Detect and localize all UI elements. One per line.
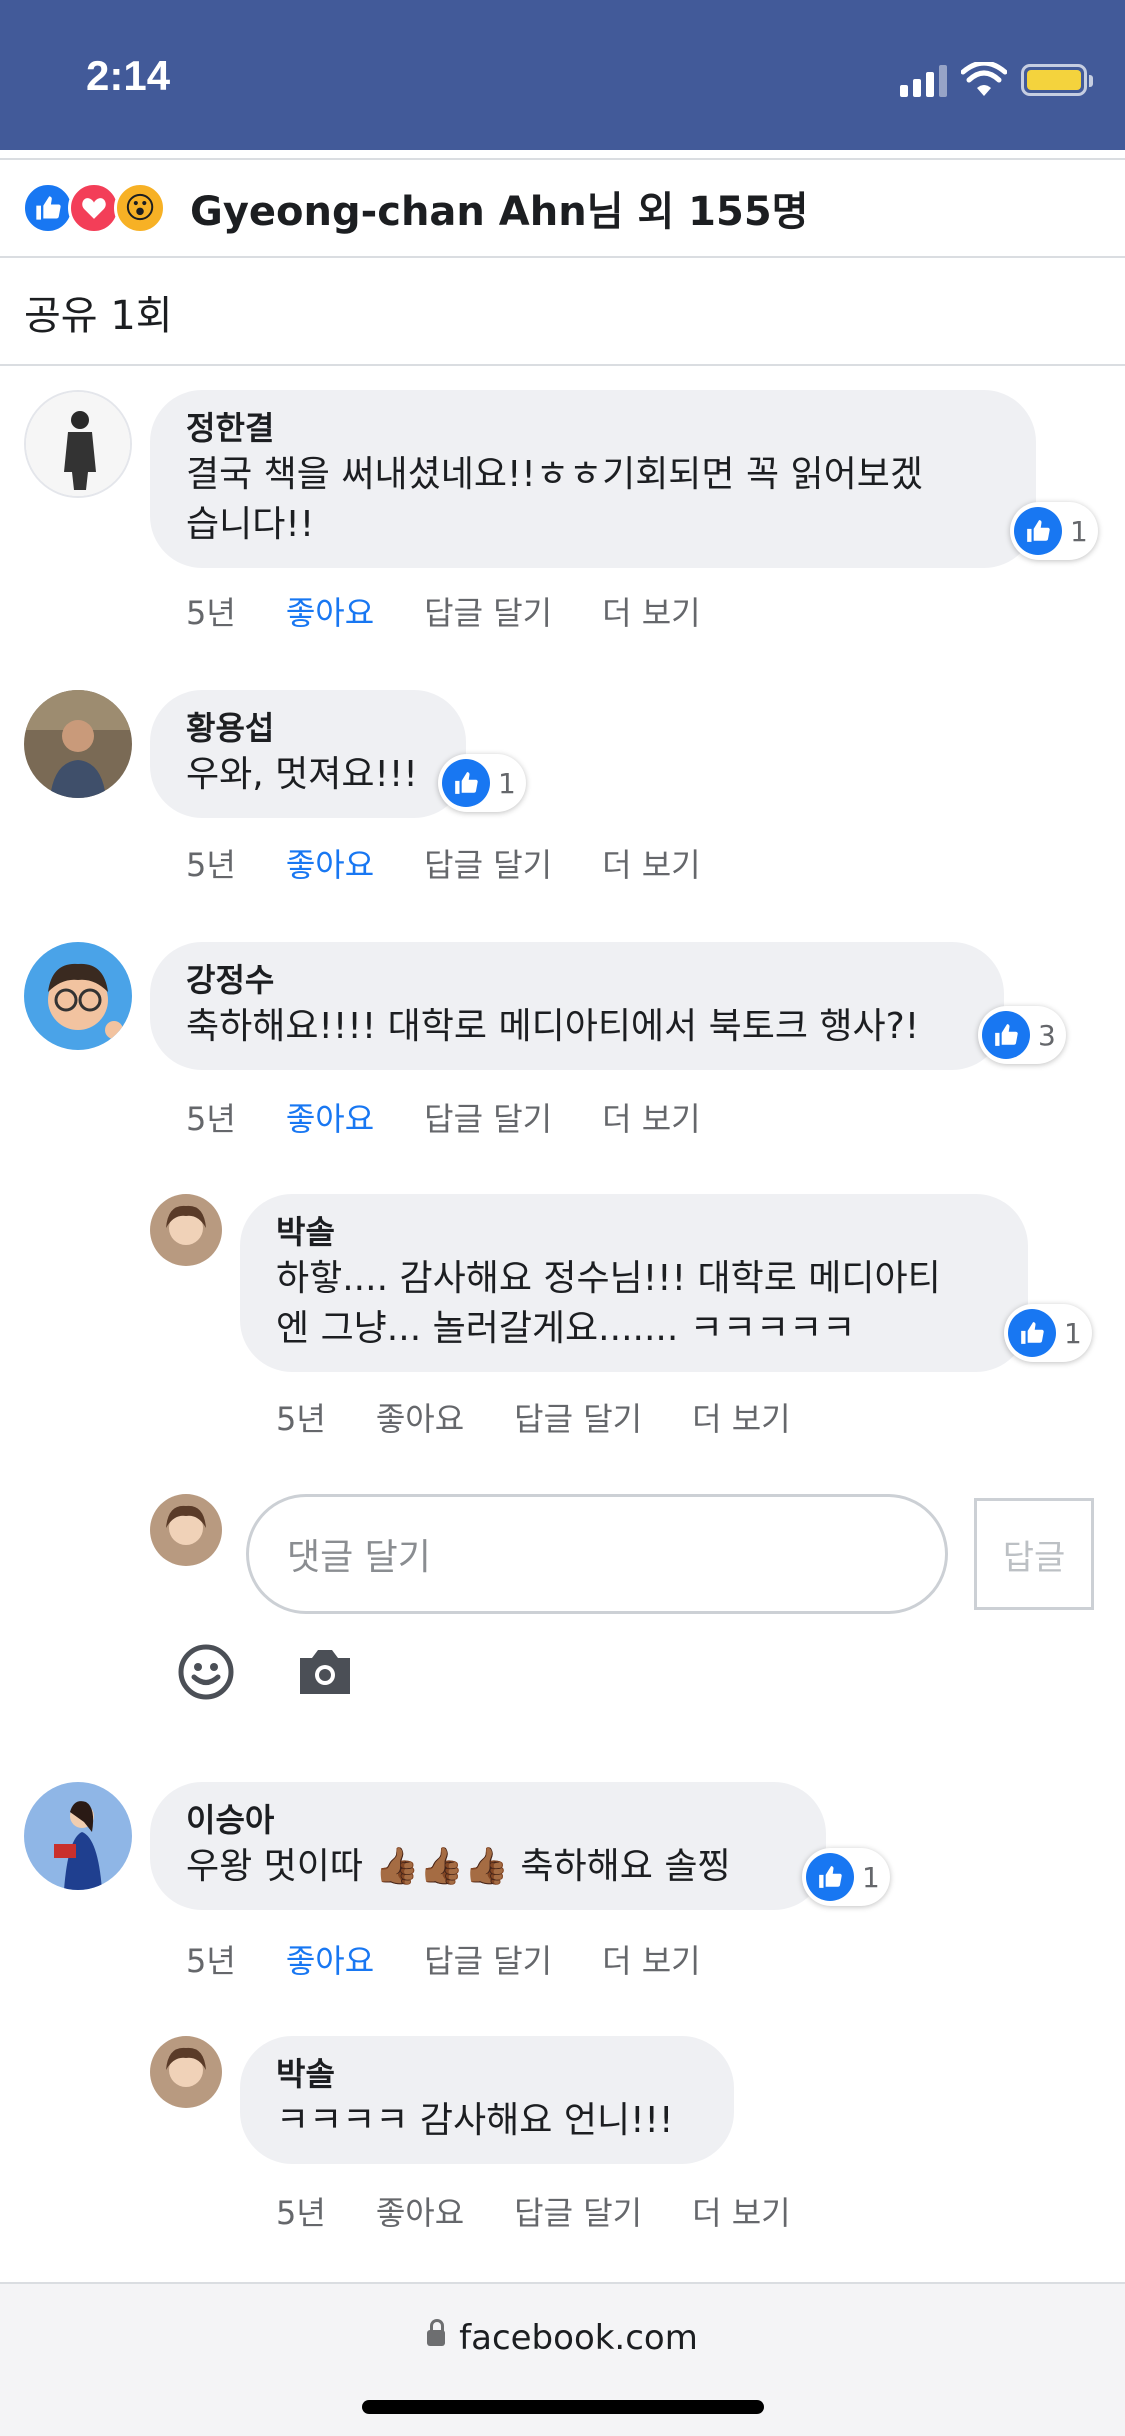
comment-reaction-badge[interactable]: 3 — [978, 1006, 1066, 1064]
comment-actions: 5년 좋아요 답글 달기 더 보기 — [186, 840, 701, 886]
comment-author[interactable]: 강정수 — [186, 958, 968, 1002]
like-icon — [442, 759, 490, 807]
like-button[interactable]: 좋아요 — [376, 1394, 464, 1440]
wifi-icon — [961, 62, 1007, 96]
comment-text: 결국 책을 써내셨네요!!ㅎㅎ기회되면 꼭 읽어보겠 — [186, 454, 924, 495]
more-button[interactable]: 더 보기 — [602, 588, 701, 634]
reply-button[interactable]: 답글 달기 — [424, 1094, 552, 1140]
reply-submit-button[interactable]: 답글 — [974, 1498, 1094, 1610]
like-icon — [1014, 507, 1062, 555]
like-icon — [982, 1011, 1030, 1059]
comment-time[interactable]: 5년 — [186, 1094, 236, 1140]
reply-button[interactable]: 답글 달기 — [424, 840, 552, 886]
comment-reaction-badge[interactable]: 1 — [1004, 1304, 1092, 1362]
battery-icon — [1021, 64, 1093, 96]
comment-time[interactable]: 5년 — [186, 588, 236, 634]
comment-author[interactable]: 박솔 — [276, 2052, 698, 2096]
comment-reaction-badge[interactable]: 1 — [1010, 502, 1098, 560]
url-bar[interactable]: facebook.com — [0, 2318, 1125, 2358]
comment-text: 엔 그냥... 놀러갈게요....... ㅋㅋㅋㅋㅋ — [276, 1308, 856, 1349]
more-button[interactable]: 더 보기 — [602, 1094, 701, 1140]
like-button[interactable]: 좋아요 — [286, 588, 374, 634]
current-user-avatar — [150, 1494, 222, 1566]
comment-actions: 5년 좋아요 답글 달기 더 보기 — [186, 1094, 701, 1140]
wow-reaction-icon: 😮 — [114, 182, 166, 234]
comment-text: 우왕 멋이따 👍🏾👍🏾👍🏾 축하해요 솔찡 — [186, 1846, 731, 1887]
avatar[interactable] — [24, 390, 132, 498]
comment-bubble[interactable]: 정한결 결국 책을 써내셨네요!!ㅎㅎ기회되면 꼭 읽어보겠 습니다!! — [150, 390, 1036, 568]
more-button[interactable]: 더 보기 — [692, 1394, 791, 1440]
comment-bubble[interactable]: 박솔 ㅋㅋㅋㅋ 감사해요 언니!!! — [240, 2036, 734, 2164]
love-reaction-icon — [68, 182, 120, 234]
comment-bubble[interactable]: 황용섭 우와, 멋져요!!! — [150, 690, 466, 818]
like-icon — [1008, 1309, 1056, 1357]
comment-text: 우와, 멋져요!!! — [186, 754, 418, 795]
comment-actions: 5년 좋아요 답글 달기 더 보기 — [276, 2188, 791, 2234]
avatar[interactable] — [24, 1782, 132, 1890]
comment-reaction-badge[interactable]: 1 — [438, 754, 526, 812]
like-button[interactable]: 좋아요 — [376, 2188, 464, 2234]
comment-author[interactable]: 박솔 — [276, 1210, 992, 1254]
avatar[interactable] — [24, 942, 132, 1050]
comment-text: 습니다!! — [186, 504, 315, 545]
like-reaction-icon — [22, 182, 74, 234]
avatar[interactable] — [24, 690, 132, 798]
comment-author[interactable]: 이승아 — [186, 1798, 790, 1842]
camera-icon[interactable] — [296, 1646, 354, 1698]
like-button[interactable]: 좋아요 — [286, 840, 374, 886]
comment-text: 하핳.... 감사해요 정수님!!! 대학로 메디아티 — [276, 1258, 941, 1299]
comment-reaction-badge[interactable]: 1 — [802, 1848, 890, 1906]
avatar[interactable] — [150, 1194, 222, 1266]
reaction-count: 1 — [498, 766, 516, 800]
comment-text: 축하해요!!!! 대학로 메디아티에서 북토크 행사?! — [186, 1006, 920, 1047]
url-text: facebook.com — [459, 2318, 698, 2358]
comment-bubble[interactable]: 강정수 축하해요!!!! 대학로 메디아티에서 북토크 행사?! — [150, 942, 1004, 1070]
reply-button[interactable]: 답글 달기 — [514, 1394, 642, 1440]
comment-actions: 5년 좋아요 답글 달기 더 보기 — [186, 1936, 701, 1982]
lock-icon — [427, 2318, 446, 2346]
reply-button[interactable]: 답글 달기 — [514, 2188, 642, 2234]
like-button[interactable]: 좋아요 — [286, 1936, 374, 1982]
like-icon — [806, 1853, 854, 1901]
comment-time[interactable]: 5년 — [276, 1394, 326, 1440]
more-button[interactable]: 더 보기 — [602, 1936, 701, 1982]
comment-bubble[interactable]: 이승아 우왕 멋이따 👍🏾👍🏾👍🏾 축하해요 솔찡 — [150, 1782, 826, 1910]
reaction-count: 3 — [1038, 1018, 1056, 1052]
reaction-count: 1 — [1064, 1316, 1082, 1350]
emoji-icon[interactable] — [178, 1644, 234, 1700]
reaction-icons: 😮 — [22, 182, 166, 234]
cellular-signal-icon — [900, 63, 947, 97]
reactions-summary[interactable]: 😮 Gyeong-chan Ahn님 외 155명 — [0, 158, 1125, 258]
home-indicator[interactable] — [362, 2400, 764, 2414]
comment-time[interactable]: 5년 — [186, 1936, 236, 1982]
reply-button[interactable]: 답글 달기 — [424, 588, 552, 634]
status-time: 2:14 — [86, 52, 171, 99]
comment-time[interactable]: 5년 — [186, 840, 236, 886]
comment-bubble[interactable]: 박솔 하핳.... 감사해요 정수님!!! 대학로 메디아티 엔 그냥... 놀… — [240, 1194, 1028, 1372]
status-icons — [900, 60, 1093, 100]
reaction-count: 1 — [1070, 514, 1088, 548]
browser-bottom-bar: facebook.com — [0, 2282, 1125, 2436]
more-button[interactable]: 더 보기 — [692, 2188, 791, 2234]
comment-author[interactable]: 정한결 — [186, 406, 1000, 450]
reaction-count: 1 — [862, 1860, 880, 1894]
more-button[interactable]: 더 보기 — [602, 840, 701, 886]
comment-author[interactable]: 황용섭 — [186, 706, 430, 750]
comment-actions: 5년 좋아요 답글 달기 더 보기 — [186, 588, 701, 634]
reaction-summary-text[interactable]: Gyeong-chan Ahn님 외 155명 — [190, 179, 808, 237]
like-button[interactable]: 좋아요 — [286, 1094, 374, 1140]
comment-text: ㅋㅋㅋㅋ 감사해요 언니!!! — [276, 2100, 674, 2141]
comment-time[interactable]: 5년 — [276, 2188, 326, 2234]
share-count[interactable]: 공유 1회 — [0, 260, 1125, 366]
reply-button[interactable]: 답글 달기 — [424, 1936, 552, 1982]
reply-input[interactable]: 댓글 달기 — [246, 1494, 948, 1614]
avatar[interactable] — [150, 2036, 222, 2108]
comment-actions: 5년 좋아요 답글 달기 더 보기 — [276, 1394, 791, 1440]
status-bar: 2:14 — [0, 0, 1125, 150]
